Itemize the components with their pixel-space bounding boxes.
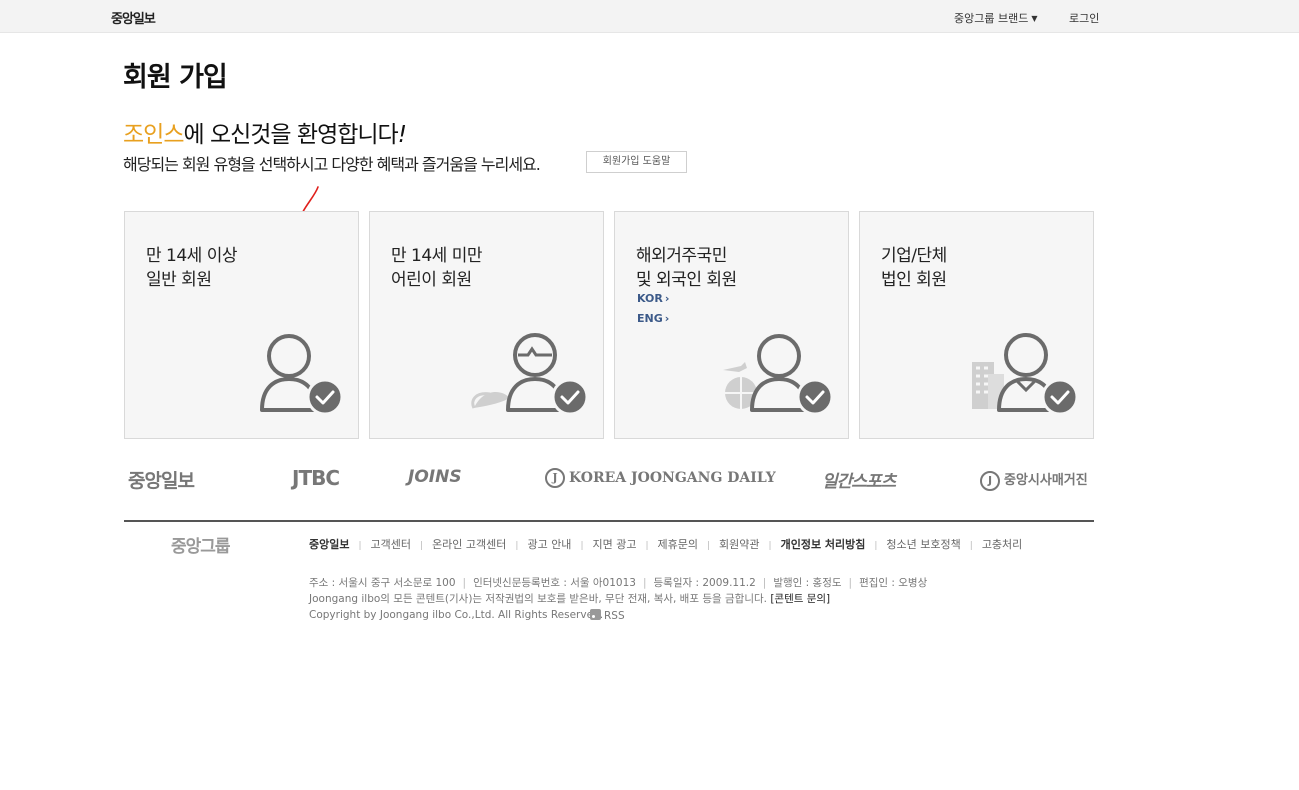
member-card-overseas[interactable]: 해외거주국민 및 외국인 회원 KOR › ENG ›: [614, 211, 849, 439]
joins-logo[interactable]: JOINS: [408, 467, 462, 487]
footer-link-customer-center[interactable]: 고객센터: [371, 536, 411, 552]
footer-separator: |: [874, 541, 878, 551]
overseas-member-icon: [723, 334, 834, 416]
footer-link-privacy[interactable]: 개인정보 처리방침: [781, 536, 866, 552]
j-circle-icon: J: [980, 470, 1000, 491]
address-item: 인터넷신문등록번호 : 서울 아01013: [473, 577, 636, 589]
footer-separator: |: [642, 577, 647, 589]
jtbc-logo[interactable]: JTBC: [292, 466, 340, 490]
footer-link-youth-policy[interactable]: 청소년 보호정책: [886, 536, 960, 552]
welcome-subtitle: 해당되는 회원 유형을 선택하시고 다양한 혜택과 즐거움을 누리세요.: [123, 155, 541, 174]
address-item: 편집인 : 오병상: [859, 577, 928, 589]
address-item: 발행인 : 홍정도: [773, 577, 842, 589]
ilgan-sports-logo[interactable]: 일간스포츠: [822, 467, 896, 492]
kjd-label: KOREA JOONGANG DAILY: [569, 470, 776, 486]
footer-separator: |: [707, 541, 711, 551]
address-item: 등록일자 : 2009.11.2: [653, 577, 756, 589]
footer-separator: |: [420, 541, 424, 551]
footer-separator: |: [848, 577, 853, 589]
footer-link-grievance[interactable]: 고충처리: [982, 536, 1022, 552]
welcome-exclamation: !: [397, 122, 407, 148]
footer-separator: |: [762, 577, 767, 589]
login-link[interactable]: 로그인: [1069, 10, 1099, 26]
footer-links: 중앙일보 | 고객센터 | 온라인 고객센터 | 광고 안내 | 지면 광고 | 제휴문의 | 회원약관…: [309, 536, 1022, 552]
member-card-adult[interactable]: 만 14세 이상 일반 회원: [124, 211, 359, 439]
child-member-icon: [471, 333, 589, 416]
rss-link[interactable]: RSS: [590, 609, 625, 622]
footer-link-terms[interactable]: 회원약관: [719, 536, 759, 552]
rss-label: RSS: [604, 610, 625, 622]
content-inquiry-link[interactable]: [콘텐트 문의]: [770, 593, 830, 605]
page-title: 회원 가입: [123, 62, 228, 93]
copyright-notice: Joongang ilbo의 모든 콘텐트(기사)는 저작권법의 보호를 받은바…: [309, 591, 830, 606]
korea-joongang-daily-logo[interactable]: J KOREA JOONGANG DAILY: [545, 468, 776, 488]
rss-icon: [590, 609, 601, 620]
footer-divider: [124, 520, 1094, 522]
footer-separator: |: [969, 541, 973, 551]
footer-separator: |: [580, 541, 584, 551]
footer-separator: |: [462, 577, 467, 589]
footer-link-ad-info[interactable]: 광고 안내: [527, 536, 571, 552]
member-card-child[interactable]: 만 14세 미만 어린이 회원: [369, 211, 604, 439]
member-card-corporate[interactable]: 기업/단체 법인 회원: [859, 211, 1094, 439]
company-address: 주소 : 서울시 중구 서소문로 100 | 인터넷신문등록번호 : 서울 아010…: [309, 575, 927, 590]
welcome-brand: 조인스: [123, 122, 184, 148]
sisa-label: 중앙시사매거진: [1004, 473, 1088, 488]
notice-text: Joongang ilbo의 모든 콘텐트(기사)는 저작권법의 보호를 받은바…: [309, 593, 767, 605]
footer-separator: |: [358, 541, 362, 551]
j-circle-icon: J: [545, 468, 565, 488]
caret-down-icon: ▼: [1031, 14, 1038, 23]
signup-help-button[interactable]: 회원가입 도움말: [586, 151, 687, 173]
copyright-text: Copyright by Joongang ilbo Co.,Ltd. All …: [309, 609, 604, 621]
adult-member-icon: [260, 334, 344, 416]
joongang-group-logo[interactable]: 중앙그룹: [171, 532, 231, 557]
joongang-ilbo-logo[interactable]: 중앙일보: [128, 466, 195, 493]
footer-separator: |: [768, 541, 772, 551]
footer-link-partnership[interactable]: 제휴문의: [658, 536, 698, 552]
footer-link-online-center[interactable]: 온라인 고객센터: [432, 536, 506, 552]
joongang-sisa-magazine-logo[interactable]: J 중앙시사매거진: [980, 469, 1088, 491]
corporate-member-icon: [972, 333, 1079, 416]
footer-link-joongang[interactable]: 중앙일보: [309, 536, 349, 552]
brand-menu[interactable]: 중앙그룹 브랜드 ▼: [954, 10, 1038, 26]
brand-menu-label: 중앙그룹 브랜드: [954, 12, 1029, 25]
footer-link-print-ad[interactable]: 지면 광고: [592, 536, 636, 552]
address-item: 주소 : 서울시 중구 서소문로 100: [309, 577, 456, 589]
top-bar: 중앙일보 중앙그룹 브랜드 ▼ 로그인: [0, 0, 1299, 33]
welcome-heading: 조인스에 오신것을 환영합니다!: [123, 115, 407, 149]
footer-separator: |: [515, 541, 519, 551]
footer-separator: |: [645, 541, 649, 551]
joongang-logo[interactable]: 중앙일보: [111, 8, 156, 27]
welcome-text: 에 오신것을 환영합니다: [183, 122, 398, 148]
